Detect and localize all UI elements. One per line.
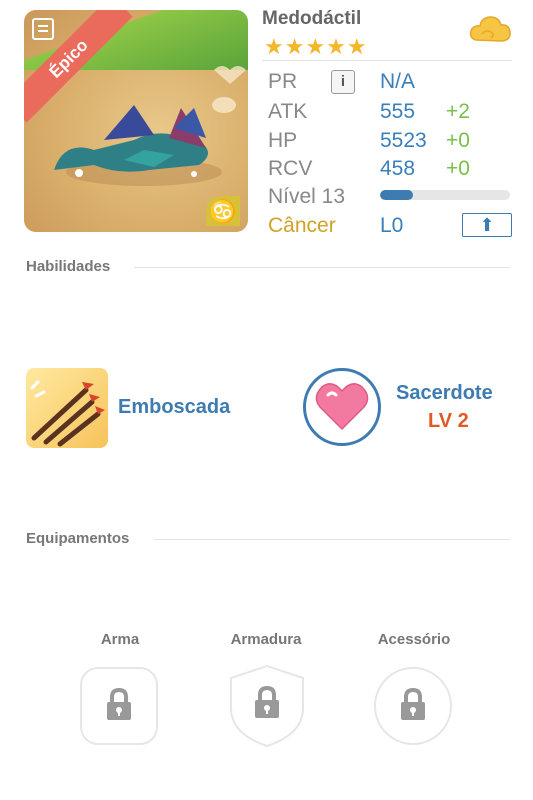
arrows-icon[interactable] <box>26 368 108 448</box>
monster-portrait[interactable]: Épico ♋ <box>24 10 248 232</box>
arrow-up-icon: ⬆ <box>479 215 495 235</box>
leader-skill-level: LV 2 <box>428 410 469 432</box>
card-icon[interactable] <box>32 18 54 40</box>
rcv-value: 458 <box>380 157 416 180</box>
cloud-icon[interactable] <box>468 12 512 50</box>
level-progress-fill <box>380 190 413 200</box>
weapon-slot-label: Arma <box>100 631 140 648</box>
cancer-zodiac-icon: ♋ <box>206 196 240 226</box>
pr-label: PR <box>268 70 298 93</box>
accessory-slot[interactable] <box>374 667 452 745</box>
atk-value: 555 <box>380 100 416 123</box>
armor-slot-label: Armadura <box>230 631 302 648</box>
header-divider <box>262 60 512 61</box>
level-label: Nível 13 <box>268 185 346 208</box>
skills-section-title: Habilidades <box>26 258 111 275</box>
active-skill-name[interactable]: Emboscada <box>118 396 230 419</box>
accessory-slot-label: Acessório <box>377 631 451 648</box>
lock-icon <box>401 688 425 720</box>
lock-icon <box>107 688 131 720</box>
skills-divider <box>134 267 510 268</box>
zodiac-name: Câncer <box>268 214 336 237</box>
weapon-slot[interactable] <box>80 667 158 745</box>
level-progress-bar <box>380 190 510 200</box>
info-icon[interactable]: i <box>331 70 355 94</box>
pr-value: N/A <box>380 70 416 93</box>
hp-bonus: +0 <box>446 129 470 152</box>
rcv-bonus: +0 <box>446 157 470 180</box>
upgrade-button[interactable]: ⬆ <box>462 213 512 237</box>
heart-icon[interactable] <box>303 368 381 446</box>
hp-value: 5523 <box>380 129 427 152</box>
atk-bonus: +2 <box>446 100 470 123</box>
hp-label: HP <box>268 129 298 152</box>
rcv-label: RCV <box>268 157 313 180</box>
atk-label: ATK <box>268 100 308 123</box>
star-rating: ★★★★★ <box>264 34 368 59</box>
armor-slot[interactable] <box>227 664 307 748</box>
monster-name: Medodáctil <box>262 8 362 29</box>
equipment-divider <box>154 539 510 540</box>
equipment-section-title: Equipamentos <box>26 530 130 547</box>
leader-skill-name[interactable]: Sacerdote <box>396 382 493 405</box>
zodiac-level: L0 <box>380 214 404 237</box>
